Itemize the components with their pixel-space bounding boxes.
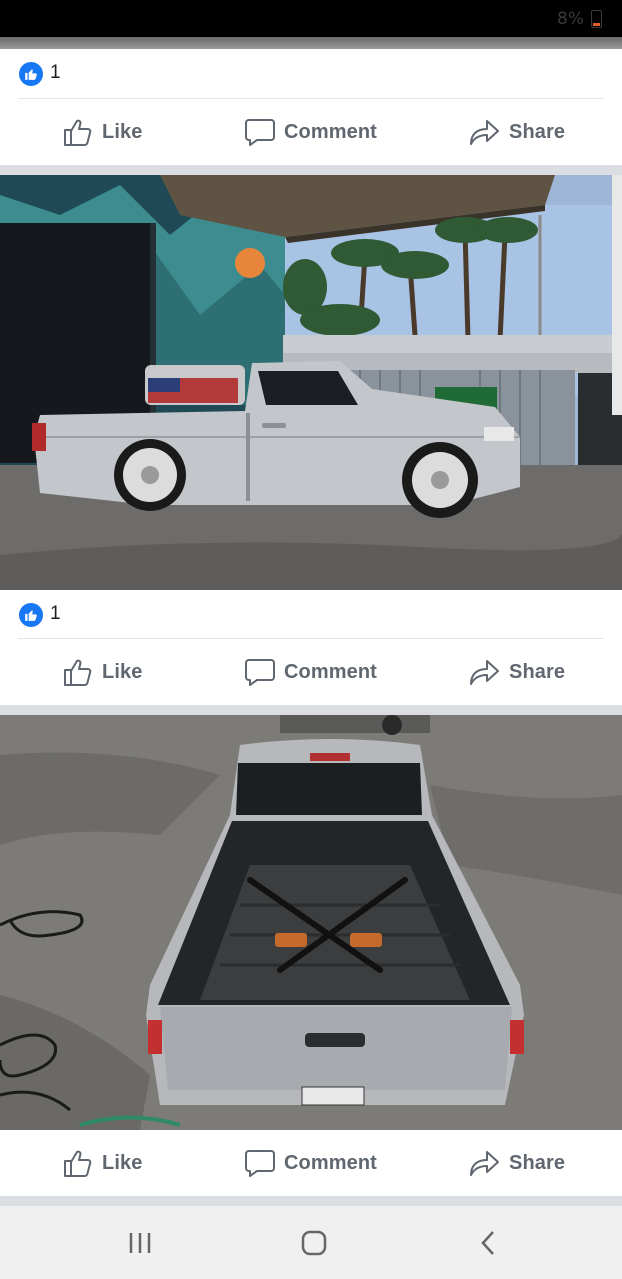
comment-button[interactable]: Comment xyxy=(244,99,377,165)
comment-button[interactable]: Comment xyxy=(244,1130,377,1196)
post-photo-truck-bed[interactable] xyxy=(0,715,622,1130)
thumbs-up-icon xyxy=(64,659,92,686)
post-actions: Like Comment Share xyxy=(0,1130,622,1196)
speech-bubble-icon xyxy=(245,659,275,686)
status-bar: 8% xyxy=(0,0,622,37)
home-button[interactable] xyxy=(274,1206,354,1279)
comment-label: Comment xyxy=(284,120,377,143)
share-arrow-icon xyxy=(470,1151,499,1176)
previous-post-photo[interactable] xyxy=(0,37,622,49)
battery-level: 8% xyxy=(557,9,584,29)
like-label: Like xyxy=(102,660,143,683)
like-reaction-icon xyxy=(19,603,43,627)
share-arrow-icon xyxy=(470,120,499,145)
share-label: Share xyxy=(509,1151,566,1174)
thumbs-up-icon xyxy=(64,119,92,146)
speech-bubble-icon xyxy=(245,1150,275,1177)
share-button[interactable]: Share xyxy=(469,1130,565,1196)
thumbs-up-icon xyxy=(64,1150,92,1177)
home-icon xyxy=(301,1230,327,1255)
speech-bubble-icon xyxy=(245,119,275,146)
navigation-bar xyxy=(0,1206,622,1279)
share-button[interactable]: Share xyxy=(469,639,565,705)
like-reaction-icon xyxy=(19,62,43,86)
share-label: Share xyxy=(509,660,566,683)
back-icon xyxy=(481,1230,494,1255)
like-label: Like xyxy=(102,1151,143,1174)
share-button[interactable]: Share xyxy=(469,99,565,165)
back-button[interactable] xyxy=(448,1206,528,1279)
reaction-count: 1 xyxy=(50,603,61,624)
post-photo-truck-side[interactable] xyxy=(0,175,622,590)
reaction-count: 1 xyxy=(50,62,61,83)
post-actions: Like Comment Share xyxy=(0,99,622,165)
share-arrow-icon xyxy=(470,660,499,685)
post-actions: Like Comment Share xyxy=(0,639,622,705)
reactions-bar[interactable]: 1 xyxy=(0,590,622,640)
like-button[interactable]: Like xyxy=(62,99,142,165)
recent-apps-button[interactable] xyxy=(100,1206,180,1279)
like-button[interactable]: Like xyxy=(62,1130,142,1196)
like-button[interactable]: Like xyxy=(62,639,142,705)
comment-button[interactable]: Comment xyxy=(244,639,377,705)
reactions-bar[interactable]: 1 xyxy=(0,49,622,99)
comment-label: Comment xyxy=(284,1151,377,1174)
like-label: Like xyxy=(102,120,143,143)
share-label: Share xyxy=(509,120,566,143)
battery-icon xyxy=(591,10,602,28)
comment-label: Comment xyxy=(284,660,377,683)
recent-apps-icon xyxy=(129,1232,151,1253)
